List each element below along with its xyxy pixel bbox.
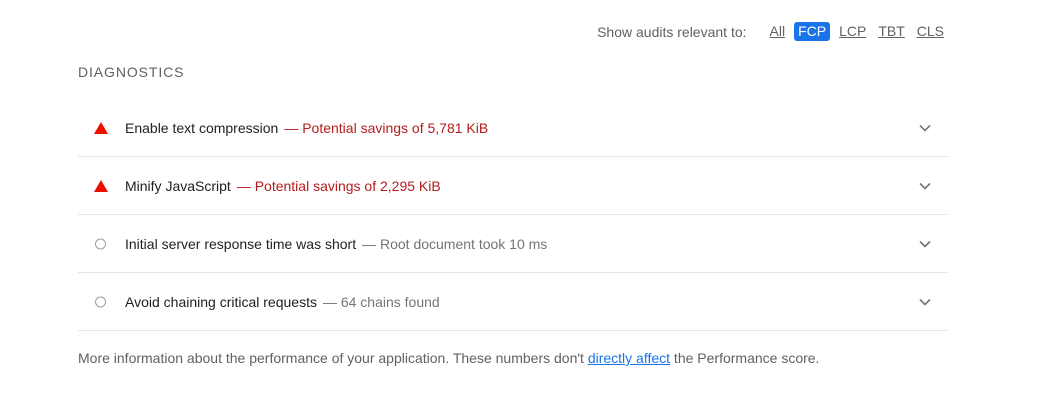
diagnostics-heading: DIAGNOSTICS: [78, 64, 185, 80]
audit-title: Enable text compression: [125, 119, 279, 136]
audit-row-minify-javascript[interactable]: Minify JavaScript — Potential savings of …: [78, 157, 948, 215]
audit-detail: — Potential savings of 5,781 KiB: [284, 119, 489, 136]
audit-text: Enable text compression — Potential savin…: [125, 120, 488, 136]
audit-row-critical-request-chains[interactable]: Avoid chaining critical requests — 64 cha…: [78, 273, 948, 331]
chevron-down-icon[interactable]: [919, 298, 931, 306]
diagnostics-footer-note: More information about the performance o…: [78, 350, 819, 366]
audit-title: Initial server response time was short: [125, 235, 357, 252]
gray-circle-icon: [95, 296, 106, 307]
filter-tbt-button[interactable]: TBT: [875, 22, 907, 41]
filter-cls-button[interactable]: CLS: [914, 22, 947, 41]
audit-row-server-response-time[interactable]: Initial server response time was short — …: [78, 215, 948, 273]
red-triangle-icon: [94, 179, 108, 192]
filter-lcp-button[interactable]: LCP: [836, 22, 869, 41]
footer-text-before: More information about the performance o…: [78, 350, 588, 366]
audit-row-text-compression[interactable]: Enable text compression — Potential savin…: [78, 99, 948, 157]
audit-filter-bar: Show audits relevant to: All FCP LCP TBT…: [597, 21, 947, 42]
audit-list: Enable text compression — Potential savin…: [78, 99, 948, 331]
directly-affect-link[interactable]: directly affect: [588, 350, 670, 366]
audit-title: Avoid chaining critical requests: [125, 293, 317, 310]
chevron-down-icon[interactable]: [919, 240, 931, 248]
chevron-down-icon[interactable]: [919, 124, 931, 132]
gray-circle-icon: [95, 238, 106, 249]
chevron-down-icon[interactable]: [919, 182, 931, 190]
filter-label: Show audits relevant to:: [597, 23, 747, 40]
audit-text: Minify JavaScript — Potential savings of …: [125, 178, 441, 194]
audit-detail: — Root document took 10 ms: [362, 235, 548, 252]
red-triangle-icon: [94, 121, 108, 134]
audit-detail: — 64 chains found: [322, 293, 440, 310]
audit-text: Avoid chaining critical requests — 64 cha…: [125, 294, 440, 310]
audit-title: Minify JavaScript: [125, 177, 231, 194]
audit-text: Initial server response time was short — …: [125, 236, 547, 252]
filter-all-button[interactable]: All: [767, 22, 789, 41]
footer-text-after: the Performance score.: [670, 350, 820, 366]
audit-detail: — Potential savings of 2,295 KiB: [236, 177, 441, 194]
filter-fcp-button[interactable]: FCP: [794, 22, 831, 41]
